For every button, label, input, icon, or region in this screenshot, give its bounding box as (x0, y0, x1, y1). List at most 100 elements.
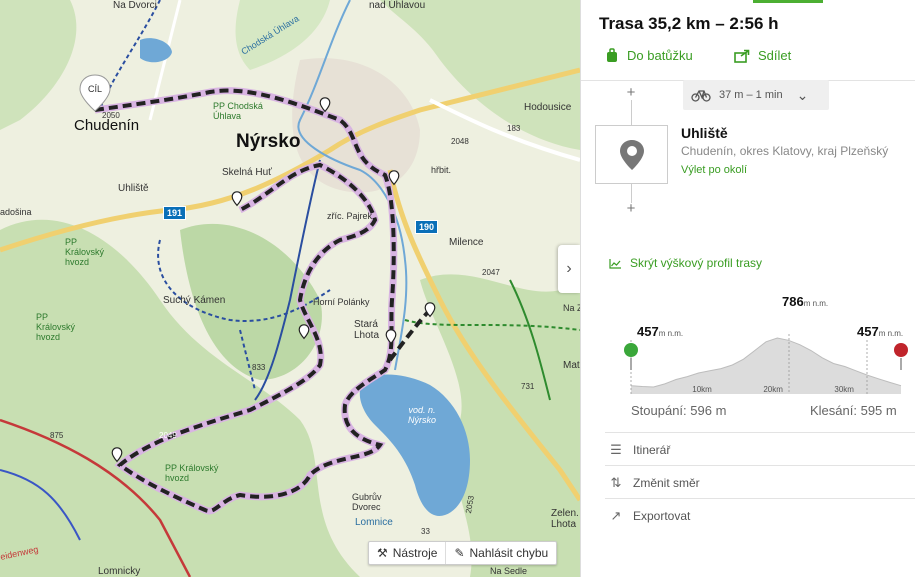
road-number-33: 33 (421, 527, 430, 536)
finish-pin[interactable]: CÍL (79, 74, 111, 112)
tools-button[interactable]: ⚒ Nástroje (369, 542, 445, 564)
descent-stat: Klesání: 595 m (810, 403, 897, 418)
road-number-2050: 2050 (102, 111, 120, 120)
waypoint-pin-icon[interactable] (296, 324, 312, 340)
town-radosina: adošina (0, 207, 32, 217)
end-flag-icon (894, 343, 908, 370)
waypoint-pin-icon[interactable] (383, 329, 399, 345)
town-horni-polanky: Horní Polánky (313, 297, 370, 307)
tools-label: Nástroje (392, 546, 438, 560)
town-uhliste: Uhliště (118, 183, 149, 194)
town-na-sedle: Na Sedle (490, 566, 528, 576)
town-na-dvorci: Na Dvorci (113, 0, 157, 11)
divider (605, 498, 915, 499)
elevation-peak-value: 786 (782, 294, 804, 309)
ascent-stat: Stoupání: 596 m (631, 403, 727, 418)
waypoint-marker-box[interactable] (595, 125, 668, 184)
add-waypoint-button[interactable]: + (621, 198, 641, 218)
map-canvas[interactable]: Nýrsko Chudenín Skelná Huť Uhliště Milen… (0, 0, 580, 577)
ruin-pajrek: zříc. Pajrek (327, 211, 373, 221)
export-button[interactable]: ↗ Exportovat (609, 508, 691, 524)
toggle-elevation-label: Skrýt výškový profil trasy (630, 256, 763, 270)
town-skelna-hut: Skelná Huť (222, 167, 272, 178)
add-to-backpack-label: Do batůžku (627, 48, 693, 63)
swap-icon: ⇅ (610, 475, 622, 490)
reserve-kralovsky-hvozd-1: PP Královský hvozd (65, 237, 105, 267)
reserve-kralovsky-hvozd-2: PP Královský hvozd (36, 312, 76, 342)
panel-collapse-button[interactable]: › (558, 245, 580, 293)
divider (605, 465, 915, 466)
elevation-x-tick: 20km (763, 385, 783, 394)
waypoint-pin-icon[interactable] (422, 302, 438, 318)
divider (605, 432, 915, 433)
export-label: Exportovat (633, 509, 691, 523)
elevation-profile-chart[interactable]: 10km 20km 30km (609, 330, 909, 400)
itinerary-button[interactable]: ☰ Itinerář (609, 442, 670, 458)
town-milence: Milence (449, 237, 484, 248)
cemetery-label: hřbit. (431, 165, 452, 175)
town-zelena-lhota: Zelen. Lhota (551, 508, 579, 530)
reserve-kralovsky-hvozd-3: PP Královský hvozd (165, 463, 219, 483)
road-number-875: 875 (50, 431, 64, 440)
road-number-2048: 2048 (451, 137, 469, 146)
reservoir-label: vod. n. Nýrsko (408, 405, 437, 425)
reserve-chodska-uhlava: PP Chodská Úhlava (213, 101, 263, 121)
toggle-elevation-profile[interactable]: Skrýt výškový profil trasy (609, 256, 762, 270)
export-arrow-icon: ↗ (610, 508, 622, 523)
waypoint-address: Chudenín, okres Klatovy, kraj Plzeňský (681, 144, 889, 158)
chevron-down-icon: ⌄ (796, 86, 809, 103)
town-hodousice: Hodousice (524, 102, 572, 113)
tools-icon: ⚒ (377, 546, 388, 560)
add-to-backpack-button[interactable]: Do batůžku (605, 48, 693, 63)
route-panel: Trasa 35,2 km – 2:56 h Do batůžku Sdílet… (580, 0, 915, 577)
town-na-z: Na Z (563, 303, 580, 313)
road-number-2047: 2047 (482, 268, 500, 277)
bicycle-icon (691, 90, 711, 102)
elevation-peak: 786m n.m. (782, 294, 828, 309)
share-button[interactable]: Sdílet (734, 48, 791, 63)
chevron-right-icon: › (566, 260, 572, 277)
elevation-unit: m n.m. (803, 299, 829, 308)
river-lomnice: Lomnice (355, 517, 393, 528)
elevation-x-tick: 10km (692, 385, 712, 394)
route-title: Trasa 35,2 km – 2:56 h (599, 14, 779, 33)
town-such-kamen: Suchý Kámen (163, 295, 226, 306)
pencil-icon: ✎ (454, 546, 465, 560)
road-number-731: 731 (521, 382, 535, 391)
share-label: Sdílet (758, 48, 792, 63)
waypoint-name: Uhliště (681, 125, 728, 141)
waypoint-pin-icon[interactable] (386, 170, 402, 186)
report-error-button[interactable]: ✎ Nahlásit chybu (445, 542, 556, 564)
active-tab-indicator (753, 0, 823, 3)
segment-info: 37 m – 1 min (719, 89, 783, 101)
reverse-direction-button[interactable]: ⇅ Změnit směr (609, 475, 700, 491)
town-nyrsko: Nýrsko (236, 131, 301, 152)
nearby-trip-link[interactable]: Výlet po okolí (681, 164, 747, 176)
map-tools-bar: ⚒ Nástroje ✎ Nahlásit chybu (368, 541, 558, 565)
segment-mode-selector[interactable]: 37 m – 1 min ⌄ (683, 80, 829, 110)
elevation-x-tick: 30km (834, 385, 854, 394)
waypoint-pin-icon[interactable] (229, 191, 245, 207)
reverse-direction-label: Změnit směr (633, 476, 700, 490)
finish-pin-label: CÍL (87, 84, 102, 94)
town-mat: Mat (563, 360, 580, 371)
waypoint-pin-icon[interactable] (317, 97, 333, 113)
location-pin-icon (619, 139, 644, 170)
report-error-label: Nahlásit chybu (469, 546, 549, 560)
route-connector-line (631, 100, 632, 125)
share-icon (734, 49, 750, 63)
road-number-2049: 2049 (159, 431, 177, 440)
road-number-190: 190 (415, 220, 439, 234)
town-gubruv-dvorec: Gubrův Dvorec (352, 492, 382, 512)
road-number-833: 833 (252, 363, 266, 372)
itinerary-label: Itinerář (633, 443, 671, 457)
list-icon: ☰ (610, 442, 622, 457)
waypoint-pin-icon[interactable] (109, 447, 125, 463)
chart-line-icon (609, 258, 621, 269)
town-unavou: nad Úhlavou (369, 0, 426, 11)
add-waypoint-button[interactable]: + (621, 82, 641, 102)
backpack-icon (607, 48, 617, 62)
town-lomnicky: Lomnicky (98, 566, 141, 577)
road-number-191: 191 (163, 206, 187, 220)
road-number-183: 183 (507, 124, 521, 133)
